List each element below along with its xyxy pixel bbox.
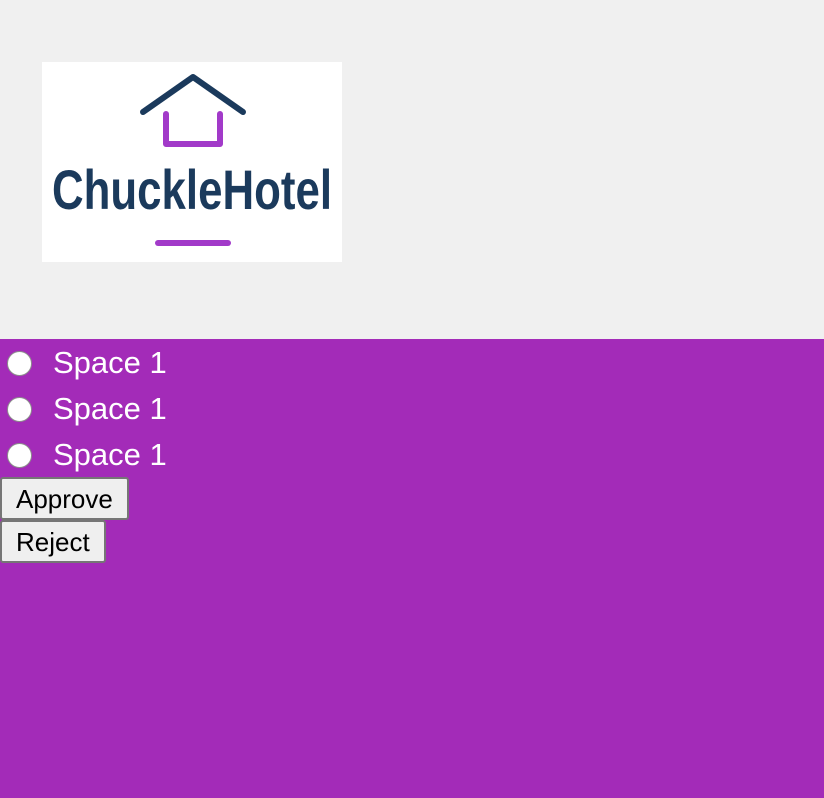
hotel-logo: ChuckleHotel: [42, 62, 342, 262]
logo-wordmark: ChuckleHotel: [52, 158, 332, 221]
space-option-label: Space 1: [53, 345, 167, 380]
space-option-label: Space 1: [53, 391, 167, 426]
approve-button[interactable]: Approve: [0, 477, 129, 520]
house-icon: ChuckleHotel: [52, 74, 332, 246]
selection-panel: Space 1 Space 1 Space 1 Approve Reject: [0, 339, 824, 798]
reject-button[interactable]: Reject: [0, 520, 106, 563]
header: ChuckleHotel: [0, 0, 824, 339]
radio-button[interactable]: [7, 350, 32, 376]
space-option-label: Space 1: [53, 437, 167, 472]
radio-button[interactable]: [7, 396, 32, 422]
radio-button[interactable]: [7, 442, 32, 468]
